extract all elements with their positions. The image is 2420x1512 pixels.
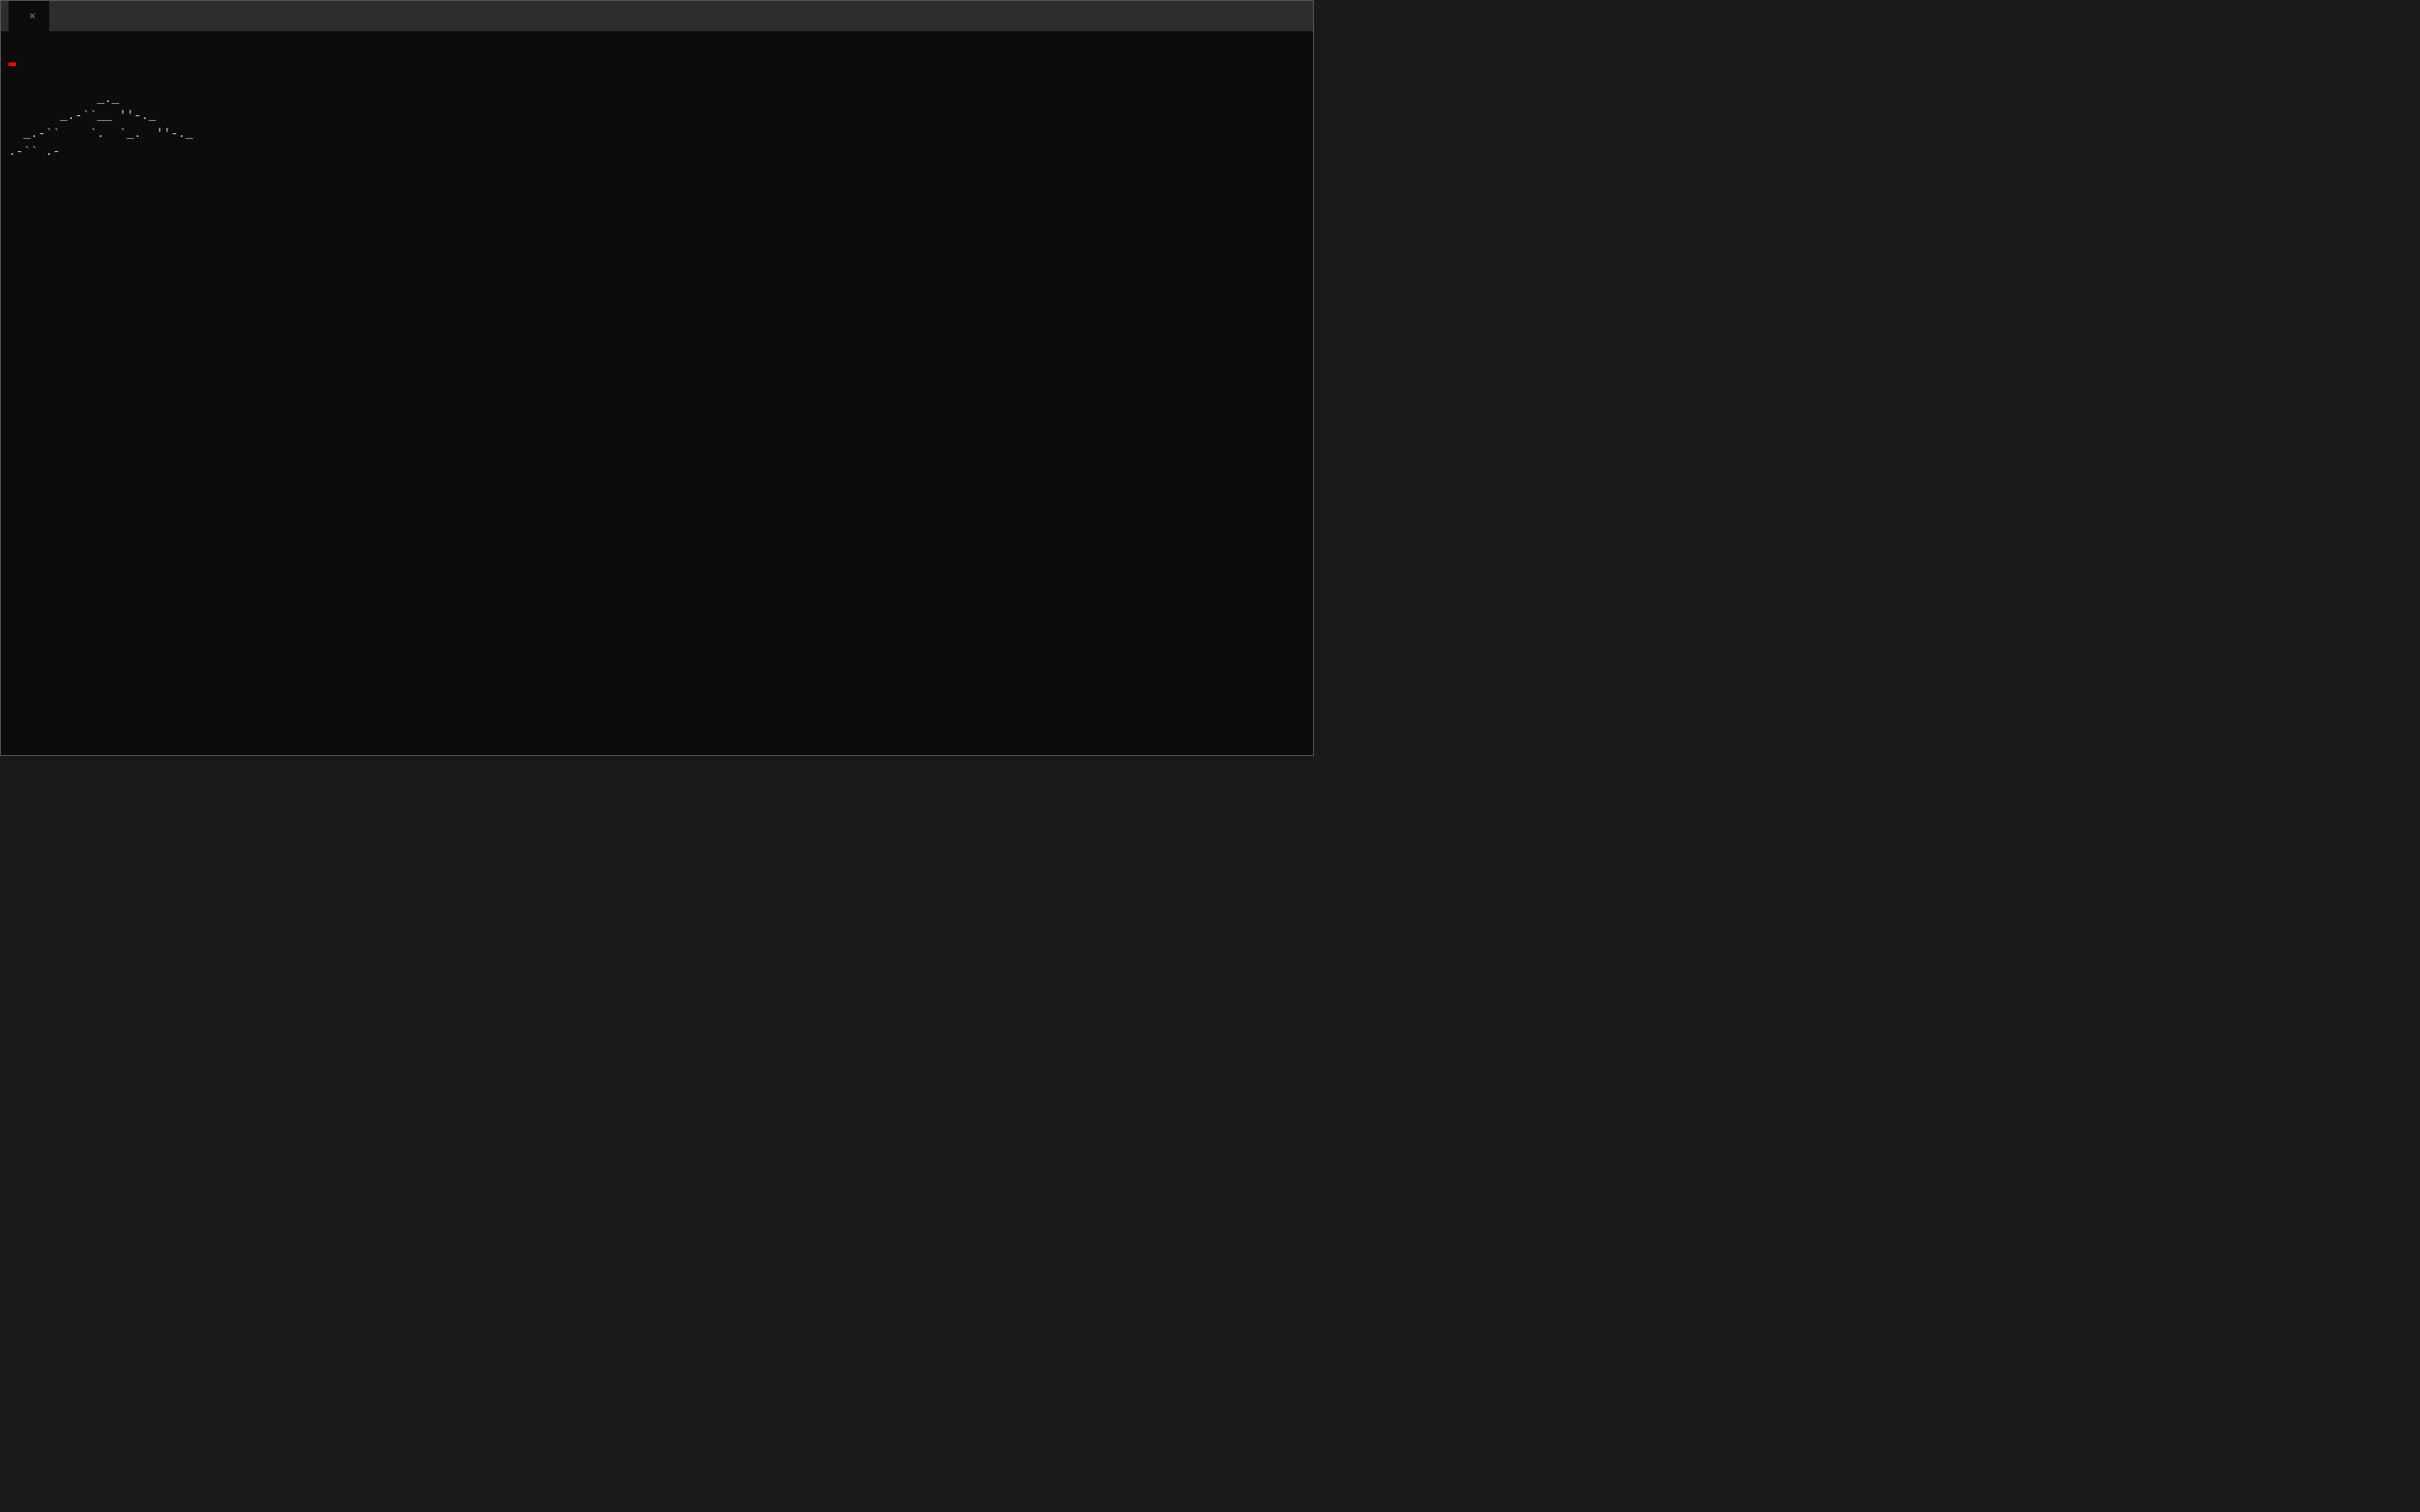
left-blank1 — [9, 37, 1305, 55]
left-minimize-button[interactable] — [1224, 6, 1249, 26]
left-terminal: _._ _.-``__ ''-._ _.-`` `. `_. ''-._ .-`… — [1, 31, 1313, 755]
left-maximize-button[interactable] — [1253, 6, 1277, 26]
left-titlebar: ✕ — [1, 1, 1313, 31]
left-ascii-art: _._ _.-``__ ''-._ _.-`` `. `_. ''-._ .-`… — [9, 91, 488, 162]
left-prompt1 — [9, 55, 1305, 73]
left-tabs: ✕ — [9, 1, 1219, 31]
left-tab-close[interactable]: ✕ — [29, 9, 36, 23]
left-cmd1-highlight — [9, 62, 16, 66]
left-blank2 — [9, 73, 1305, 91]
left-close-button[interactable] — [1281, 6, 1305, 26]
left-ascii-section: _._ _.-``__ ''-._ _.-`` `. `_. ''-._ .-`… — [9, 91, 1305, 162]
left-window: ✕ _._ — [0, 0, 1314, 756]
left-window-controls — [1224, 6, 1305, 26]
left-tab-1[interactable]: ✕ — [9, 1, 49, 31]
